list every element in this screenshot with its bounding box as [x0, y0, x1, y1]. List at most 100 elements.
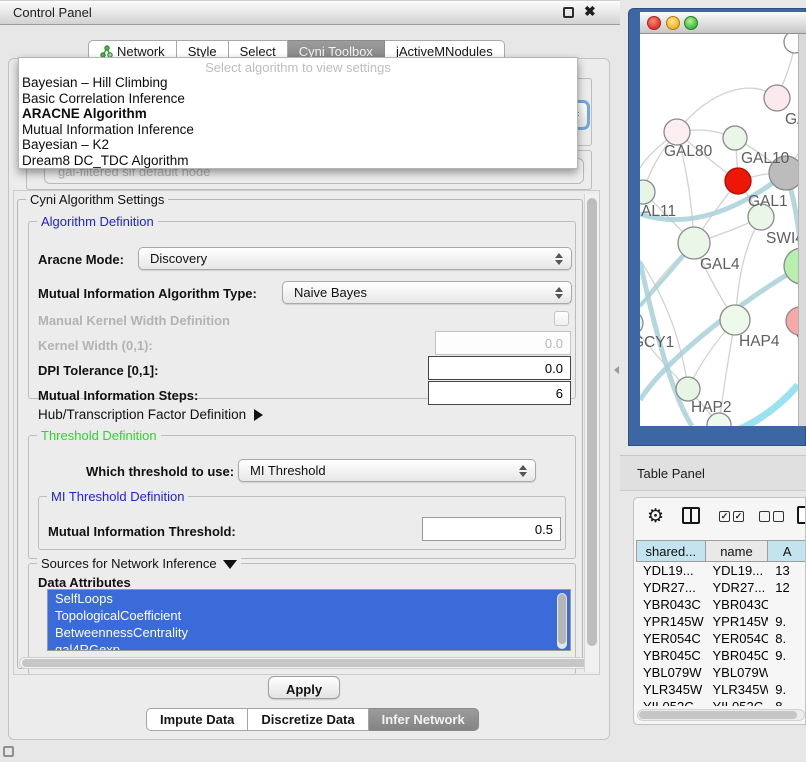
- table-cell[interactable]: 8.: [768, 630, 806, 647]
- close-panel-icon[interactable]: ✖: [584, 3, 596, 20]
- table-cell[interactable]: YDL19...: [636, 562, 706, 579]
- table-cell[interactable]: YBR043C: [636, 596, 706, 613]
- network-node[interactable]: [676, 377, 700, 401]
- table-cell[interactable]: YLR345W: [636, 681, 706, 698]
- network-edge[interactable]: [677, 88, 777, 132]
- network-node[interactable]: [723, 126, 747, 150]
- table-cell[interactable]: 8: [768, 698, 806, 706]
- table-row[interactable]: YIL052CYIL052C8: [636, 698, 806, 706]
- network-node[interactable]: [784, 34, 798, 53]
- popup-item-bayesian-hill-climbing[interactable]: Bayesian – Hill Climbing: [19, 75, 577, 91]
- network-node[interactable]: [720, 305, 750, 335]
- table-cell[interactable]: YBR043C: [706, 596, 769, 613]
- tab-discretize-data[interactable]: Discretize Data: [248, 708, 368, 731]
- mi-threshold-field[interactable]: 0.5: [422, 517, 561, 541]
- popup-item-aracne[interactable]: ARACNE Algorithm: [19, 106, 577, 122]
- list-item-topologicalcoefficient[interactable]: TopologicalCoefficient: [48, 607, 570, 624]
- kernel-width-field[interactable]: 0.0: [435, 331, 571, 355]
- network-canvas[interactable]: GALGAL80GAL10GAL1GAL11SWI4GAL4GCY1HAP4YH…: [640, 34, 798, 426]
- list-scrollbar[interactable]: [557, 593, 567, 649]
- minimize-window-icon[interactable]: [666, 16, 680, 30]
- list-item-gal4rgexp[interactable]: gal4RGexp: [48, 641, 570, 651]
- network-node[interactable]: [664, 119, 690, 145]
- table-cell[interactable]: YDL19...: [706, 562, 769, 579]
- network-edge[interactable]: [738, 385, 798, 426]
- network-node[interactable]: [678, 227, 710, 259]
- table-cell[interactable]: YIL052C: [706, 698, 769, 706]
- network-node[interactable]: [764, 85, 790, 111]
- network-window-titlebar[interactable]: [640, 12, 806, 34]
- network-node[interactable]: [786, 307, 798, 335]
- function-builder-icon[interactable]: [797, 506, 806, 524]
- tab-infer-network[interactable]: Infer Network: [369, 708, 479, 731]
- popup-item-basic-correlation[interactable]: Basic Correlation Inference: [19, 91, 577, 107]
- deselect-all-checkbox-icon[interactable]: [759, 511, 770, 522]
- apply-button[interactable]: Apply: [268, 676, 340, 699]
- table-cell[interactable]: YLR345W: [706, 681, 769, 698]
- table-cell[interactable]: YDR27...: [636, 579, 706, 596]
- popup-item-mutual-information[interactable]: Mutual Information Inference: [19, 122, 577, 138]
- network-node[interactable]: [640, 180, 655, 204]
- network-window[interactable]: GALGAL80GAL10GAL1GAL11SWI4GAL4GCY1HAP4YH…: [628, 8, 806, 446]
- table-row[interactable]: YBR043CYBR043C: [636, 596, 806, 613]
- dpi-tolerance-field[interactable]: 0.0: [428, 356, 571, 380]
- table-cell[interactable]: YBL079W: [706, 664, 769, 681]
- list-item-betweennesscentrality[interactable]: BetweennessCentrality: [48, 624, 570, 641]
- network-node[interactable]: [640, 311, 643, 335]
- columns-icon[interactable]: [682, 507, 700, 524]
- manual-kernel-checkbox[interactable]: [554, 311, 569, 326]
- table-row[interactable]: YBR045CYBR045C9.: [636, 647, 806, 664]
- tab-impute-data[interactable]: Impute Data: [146, 708, 248, 731]
- window-grip-icon[interactable]: [3, 746, 14, 757]
- table-cell[interactable]: 9.: [768, 647, 806, 664]
- table-column-header[interactable]: A: [768, 540, 806, 562]
- table-column-header[interactable]: shared...: [636, 540, 706, 562]
- float-panel-icon[interactable]: [563, 7, 574, 18]
- table-cell[interactable]: 12: [768, 579, 806, 596]
- table-cell[interactable]: YBR045C: [636, 647, 706, 664]
- settings-vertical-scrollbar[interactable]: [584, 194, 599, 672]
- settings-horizontal-scrollbar[interactable]: [19, 657, 591, 669]
- split-divider-arrow-icon[interactable]: [614, 366, 619, 374]
- hub-section-toggle[interactable]: Hub/Transcription Factor Definition: [38, 407, 263, 422]
- table-horizontal-scrollbar[interactable]: [637, 709, 805, 721]
- table-row[interactable]: YDL19...YDL19...13: [636, 562, 806, 579]
- table-cell[interactable]: YER054C: [636, 630, 706, 647]
- network-node[interactable]: [784, 248, 798, 284]
- data-attributes-list[interactable]: SelfLoops TopologicalCoefficient Between…: [47, 589, 571, 651]
- table-cell[interactable]: YER054C: [706, 630, 769, 647]
- table-cell[interactable]: YIL052C: [636, 698, 706, 706]
- table-cell[interactable]: [768, 596, 806, 613]
- table-cell[interactable]: [768, 664, 806, 681]
- select-all-checkbox-icon[interactable]: ✓: [733, 511, 744, 522]
- which-threshold-combo[interactable]: MI Threshold: [238, 459, 536, 482]
- aracne-mode-combo[interactable]: Discovery: [138, 247, 572, 270]
- network-right-scrollbar[interactable]: [798, 34, 806, 426]
- table-row[interactable]: YDR27...YDR27...12: [636, 579, 806, 596]
- table-column-header[interactable]: name: [706, 540, 769, 562]
- popup-item-dream8[interactable]: Dream8 DC_TDC Algorithm: [19, 153, 577, 169]
- table-cell[interactable]: 13: [768, 562, 806, 579]
- mi-type-combo[interactable]: Naive Bayes: [282, 281, 572, 304]
- popup-item-bayesian-k2[interactable]: Bayesian – K2: [19, 137, 577, 153]
- table-cell[interactable]: YPR145W: [706, 613, 769, 630]
- table-cell[interactable]: YBL079W: [636, 664, 706, 681]
- table-row[interactable]: YLR345WYLR345W9.: [636, 681, 806, 698]
- select-all-checkbox-icon[interactable]: ✓: [719, 511, 730, 522]
- deselect-all-checkbox-icon[interactable]: [773, 511, 784, 522]
- mi-steps-field[interactable]: 6: [428, 381, 571, 405]
- sources-group-title[interactable]: Sources for Network Inference: [37, 556, 241, 571]
- gear-icon[interactable]: ⚙: [647, 505, 664, 528]
- table-cell[interactable]: 9.: [768, 613, 806, 630]
- table-row[interactable]: YPR145WYPR145W9.: [636, 613, 806, 630]
- table-cell[interactable]: YBR045C: [706, 647, 769, 664]
- zoom-window-icon[interactable]: [684, 16, 698, 30]
- close-window-icon[interactable]: [647, 16, 661, 30]
- table-cell[interactable]: YDR27...: [706, 579, 769, 596]
- table-row[interactable]: YBL079WYBL079W: [636, 664, 806, 681]
- table-row[interactable]: YER054CYER054C8.: [636, 630, 806, 647]
- list-item-selfloops[interactable]: SelfLoops: [48, 590, 570, 607]
- network-node[interactable]: [725, 168, 751, 194]
- table-cell[interactable]: 9.: [768, 681, 806, 698]
- table-cell[interactable]: YPR145W: [636, 613, 706, 630]
